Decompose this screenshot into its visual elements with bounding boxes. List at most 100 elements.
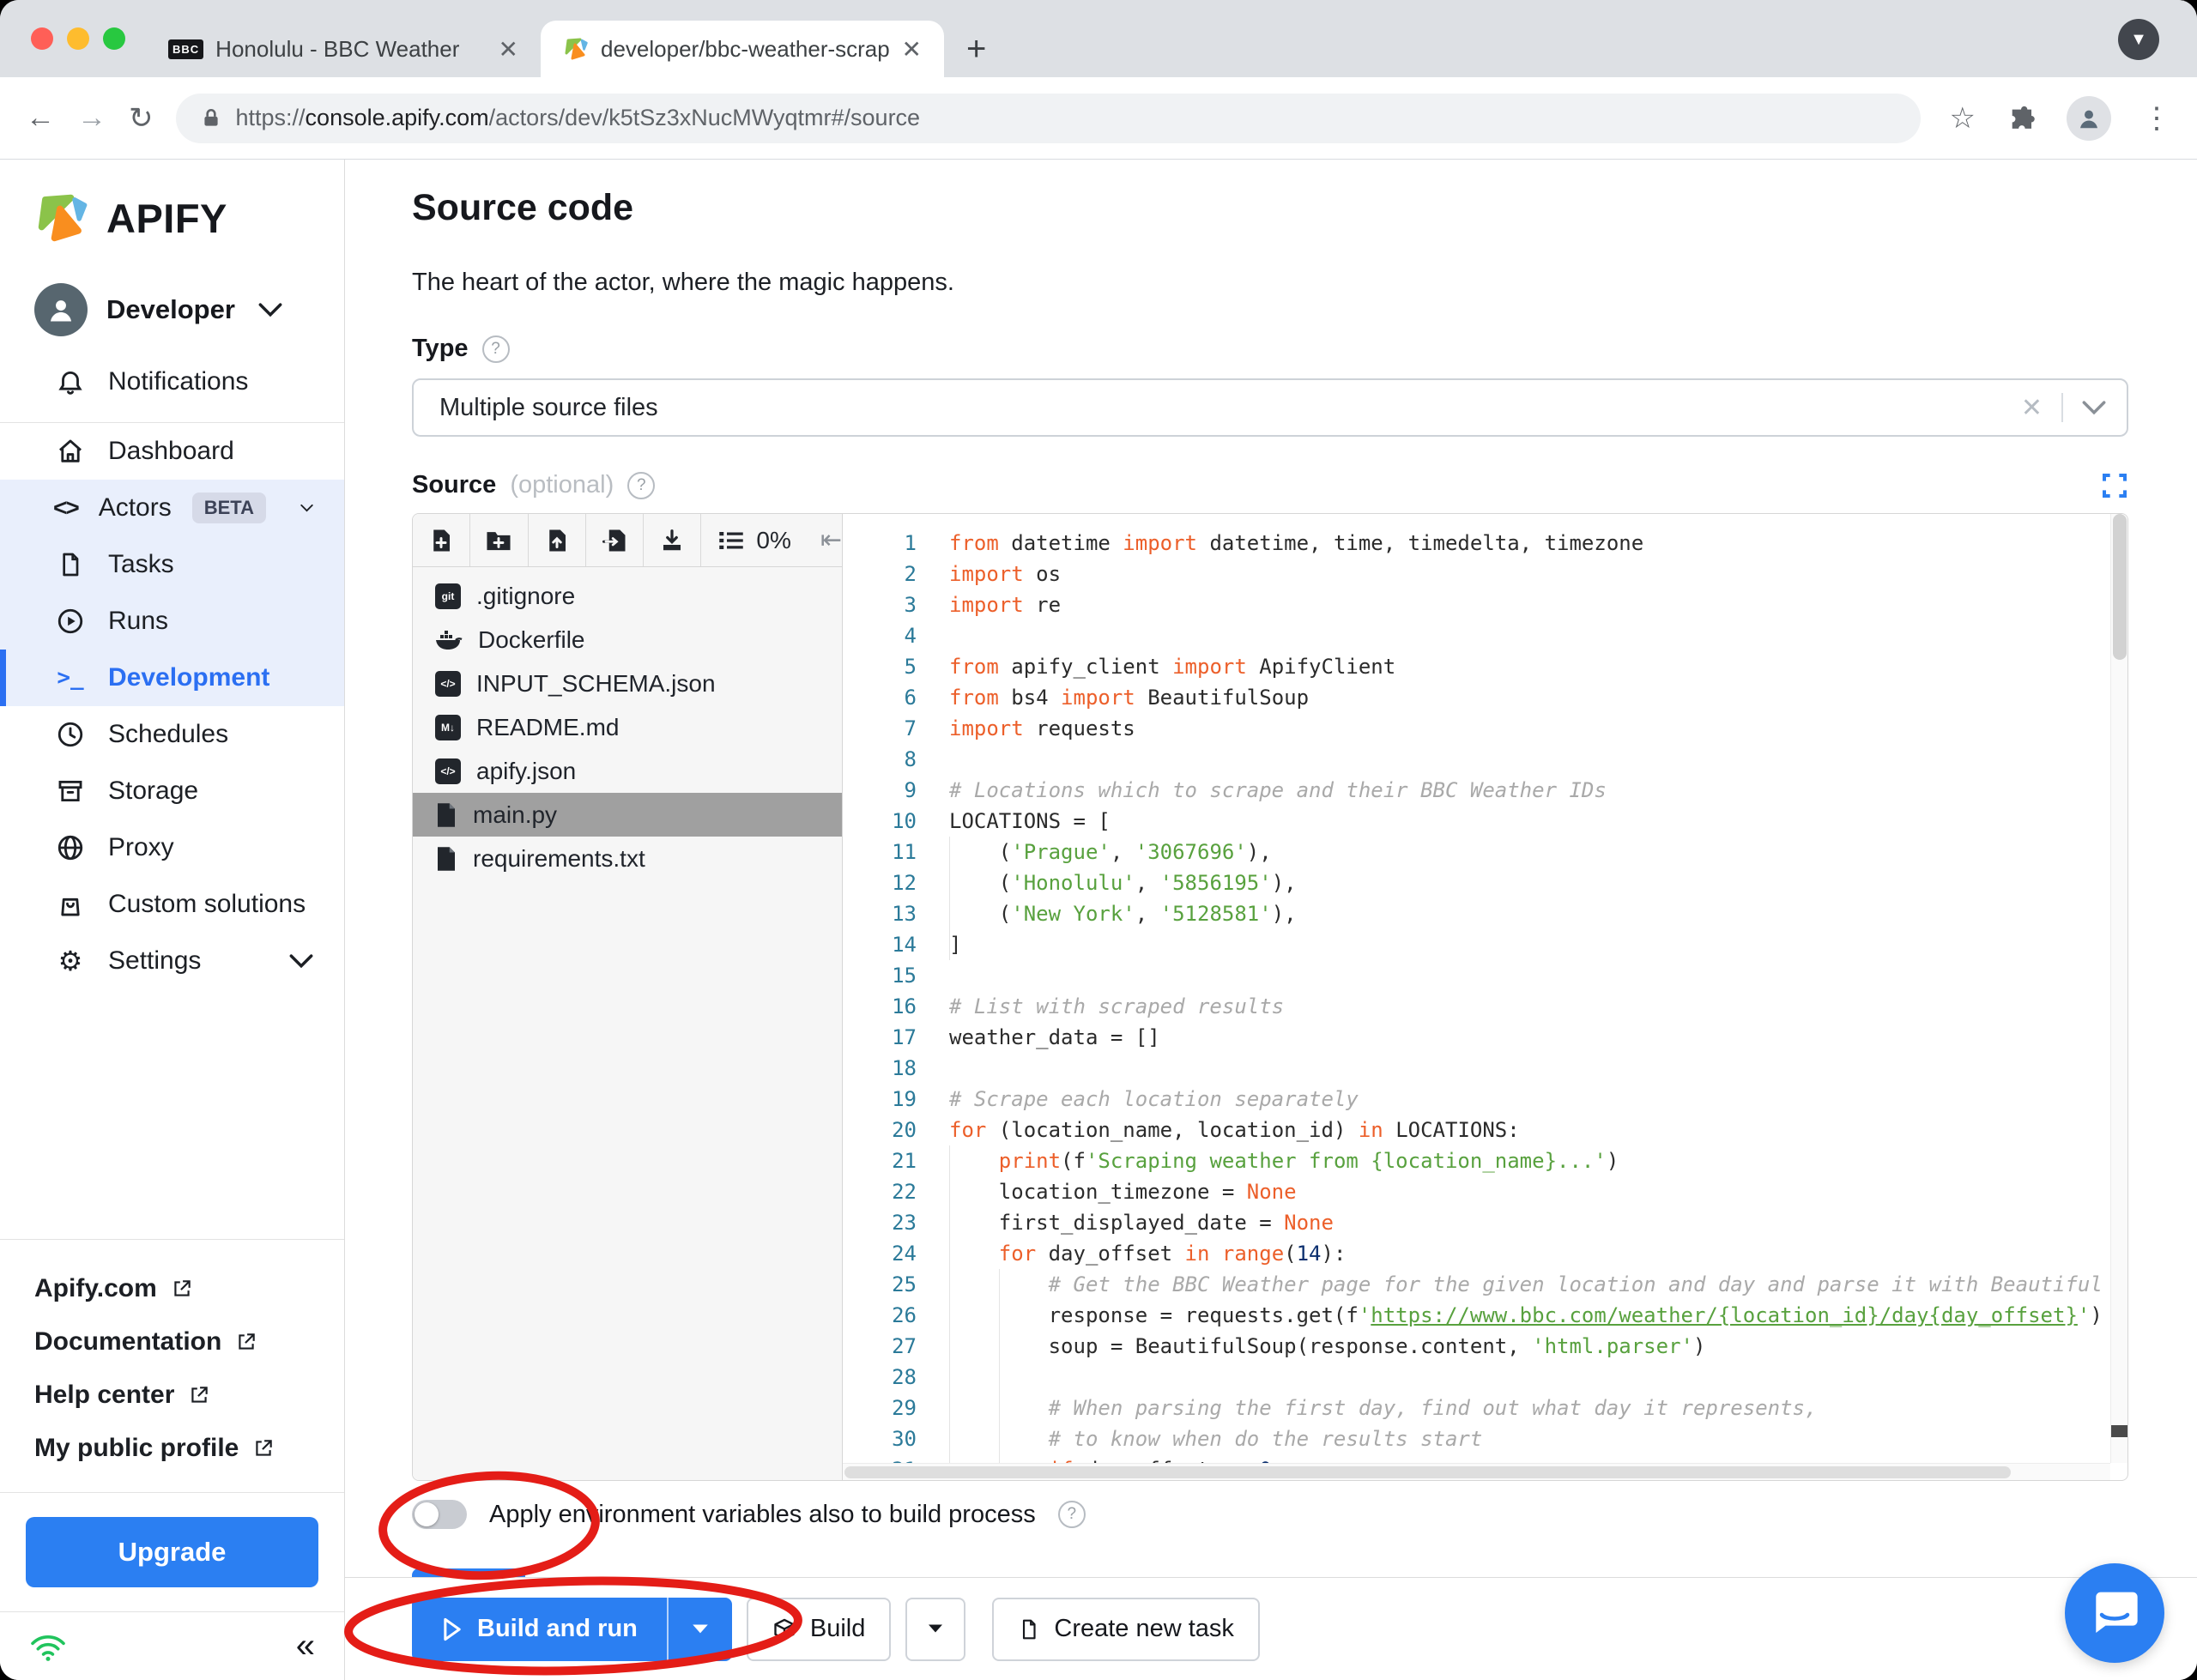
- build-and-run-button[interactable]: Build and run: [412, 1597, 667, 1661]
- code-line: 7 import requests: [843, 713, 2127, 744]
- new-tab-button[interactable]: +: [966, 30, 986, 69]
- code-brackets-icon: <>: [53, 494, 80, 521]
- build-and-run-split-button[interactable]: Build and run: [412, 1597, 732, 1661]
- close-window-button[interactable]: [31, 27, 53, 50]
- browser-menu-icon[interactable]: ⋮: [2142, 101, 2171, 136]
- external-link-icon: [256, 1440, 273, 1456]
- reload-icon[interactable]: ↻: [129, 101, 154, 136]
- help-icon[interactable]: ?: [481, 335, 510, 363]
- terminal-icon: >_: [57, 665, 84, 691]
- bbc-favicon: BBC: [168, 39, 204, 59]
- forward-icon[interactable]: →: [77, 101, 106, 135]
- apify-logo[interactable]: APIFY: [0, 160, 344, 269]
- code-line: 25 # Get the BBC Weather page for the gi…: [843, 1269, 2127, 1300]
- apify-logo-mark: [38, 194, 88, 242]
- maximize-window-button[interactable]: [103, 27, 125, 50]
- link-documentation[interactable]: Documentation: [34, 1315, 344, 1369]
- file-item[interactable]: M↓ README.md: [413, 705, 842, 749]
- sidebar-item-development[interactable]: >_ Development: [0, 650, 344, 706]
- build-and-run-dropdown[interactable]: [666, 1597, 732, 1661]
- file-item[interactable]: main.py: [413, 793, 842, 837]
- link-my-public-profile[interactable]: My public profile: [34, 1422, 344, 1475]
- sidebar-item-proxy[interactable]: Proxy: [0, 819, 344, 876]
- sidebar-item-settings[interactable]: ⚙ Settings: [0, 933, 344, 989]
- upgrade-section: Upgrade: [0, 1492, 344, 1611]
- gear-icon: ⚙: [57, 946, 83, 976]
- fullscreen-icon[interactable]: [2101, 472, 2128, 499]
- line-number: 6: [904, 686, 917, 710]
- scrollbar-thumb[interactable]: [844, 1466, 2011, 1478]
- archive-box-icon: [53, 777, 88, 806]
- extensions-puzzle-icon[interactable]: [2006, 104, 2036, 133]
- downloads-indicator[interactable]: ▼: [2118, 19, 2159, 60]
- clear-icon[interactable]: ✕: [2021, 393, 2043, 423]
- env-vars-toggle[interactable]: [412, 1500, 467, 1529]
- sidebar-item-dashboard[interactable]: Dashboard: [0, 423, 344, 480]
- line-number: 17: [892, 1025, 917, 1049]
- sidebar-item-storage[interactable]: Storage: [0, 763, 344, 819]
- chevron-down-icon[interactable]: [2082, 400, 2106, 415]
- collapse-panel-icon[interactable]: ⇤: [820, 525, 842, 555]
- sidebar-item-notifications[interactable]: Notifications: [0, 354, 344, 410]
- build-dropdown-button[interactable]: [905, 1597, 966, 1661]
- sidebar-item-schedules[interactable]: Schedules: [0, 706, 344, 763]
- window-controls[interactable]: [31, 27, 125, 50]
- back-icon[interactable]: ←: [26, 101, 55, 135]
- line-number: 1: [904, 531, 917, 555]
- address-bar[interactable]: https://console.apify.com/actors/dev/k5t…: [175, 93, 1921, 143]
- download-all-button[interactable]: [644, 514, 702, 566]
- type-select[interactable]: Multiple source files ✕: [412, 378, 2128, 437]
- upload-file-button[interactable]: [529, 514, 586, 566]
- collapse-sidebar-icon[interactable]: «: [296, 1627, 315, 1665]
- new-folder-button[interactable]: [470, 514, 529, 566]
- docker-whale-icon: [436, 630, 463, 650]
- source-optional-label: (optional): [510, 471, 614, 499]
- file-item[interactable]: requirements.txt: [413, 837, 842, 880]
- tab-close-icon[interactable]: ✕: [902, 35, 922, 63]
- sidebar-item-custom-solutions[interactable]: Custom solutions: [0, 876, 344, 933]
- code-line: 23 first_displayed_date = None: [843, 1207, 2127, 1238]
- zoom-percentage[interactable]: 0%: [756, 527, 790, 554]
- vertical-scrollbar[interactable]: [2110, 514, 2127, 1463]
- browser-profile-avatar[interactable]: [2067, 95, 2111, 141]
- account-switcher[interactable]: Developer: [0, 269, 344, 345]
- line-number: 7: [904, 716, 917, 740]
- code-line: 29 # When parsing the first day, find ou…: [843, 1393, 2127, 1423]
- tab-close-icon[interactable]: ✕: [499, 35, 518, 63]
- sidebar-item-actors[interactable]: <> Actors BETA: [0, 480, 344, 536]
- intercom-chat-button[interactable]: [2065, 1563, 2164, 1663]
- new-file-button[interactable]: [413, 514, 471, 566]
- file-item[interactable]: Dockerfile: [413, 618, 842, 662]
- bookmark-star-icon[interactable]: ☆: [1950, 101, 1976, 136]
- sidebar-item-runs[interactable]: Runs: [0, 593, 344, 650]
- file-item[interactable]: git .gitignore: [413, 574, 842, 618]
- link-help-center[interactable]: Help center: [34, 1369, 344, 1422]
- link-apify-com[interactable]: Apify.com: [34, 1262, 344, 1315]
- code-line: 14]: [843, 929, 2127, 960]
- sidebar-item-tasks[interactable]: Tasks: [0, 536, 344, 593]
- line-number: 11: [892, 840, 917, 864]
- minimize-window-button[interactable]: [67, 27, 89, 50]
- tab-apify-console[interactable]: developer/bbc-weather-scrape ✕: [541, 21, 944, 77]
- sidebar: APIFY Developer Notifications Dashboard …: [0, 160, 345, 1680]
- file-toolbar: 0% ⇤: [413, 514, 842, 567]
- upgrade-button[interactable]: Upgrade: [26, 1517, 318, 1587]
- tab-bbc-weather[interactable]: BBC Honolulu - BBC Weather ✕: [146, 21, 541, 77]
- create-new-task-button[interactable]: Create new task: [992, 1597, 1260, 1661]
- code-line: 22 location_timezone = None: [843, 1176, 2127, 1207]
- move-file-button[interactable]: [586, 514, 645, 566]
- build-button[interactable]: Build: [746, 1597, 892, 1661]
- scrollbar-thumb[interactable]: [2113, 514, 2127, 660]
- horizontal-scrollbar[interactable]: [843, 1463, 2110, 1480]
- clock-icon: [53, 720, 88, 749]
- code-line: 5 from apify_client import ApifyClient: [843, 651, 2127, 682]
- file-list: git .gitignore Dockerfile </> INPUT_SCHEMA.j…: [413, 567, 842, 880]
- help-icon[interactable]: ?: [1057, 1501, 1086, 1528]
- file-item[interactable]: </> apify.json: [413, 749, 842, 793]
- help-icon[interactable]: ?: [627, 471, 656, 499]
- code-line: 19 # Scrape each location separately: [843, 1084, 2127, 1115]
- code-line: 3 import re: [843, 589, 2127, 620]
- code-editor[interactable]: 1 from datetime import datetime, time, ti…: [843, 514, 2127, 1480]
- file-item[interactable]: </> INPUT_SCHEMA.json: [413, 662, 842, 705]
- line-number: 5: [904, 655, 917, 679]
